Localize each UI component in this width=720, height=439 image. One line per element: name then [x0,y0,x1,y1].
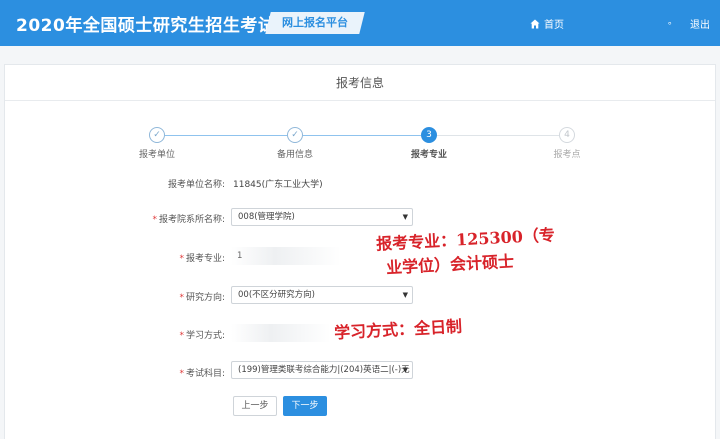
subjects-label-text: 考试科目: [185,369,225,379]
unit-label-text: 报考单位名称: [167,180,225,190]
required-mark: * [152,215,157,225]
platform-badge: 网上报名平台 [265,12,365,34]
chevron-down-icon: ▼ [402,213,408,221]
step-4-label: 报考点 [553,150,581,160]
platform-badge-label: 网上报名平台 [282,16,348,29]
dept-label: * 报考院系所名称: [85,212,225,225]
dept-select-value: 008(管理学院) [238,212,295,222]
subjects-select-value: (199)管理类联考综合能力|(204)英语二|(-)无 [238,365,410,375]
subjects-select[interactable]: (199)管理类联考综合能力|(204)英语二|(-)无 ▼ [231,361,413,379]
mode-label: * 学习方式: [85,328,225,341]
step-3-number: 3 [421,127,437,143]
step-1-check-icon: ✓ [149,127,165,143]
required-mark: * [179,331,184,341]
unit-label: 报考单位名称: [85,177,225,190]
mode-field[interactable] [231,324,331,342]
nav-home-label: 首页 [544,20,564,31]
direction-label: * 研究方向: [85,290,225,303]
step-connector-1 [165,135,287,136]
step-1-label: 报考单位 [138,150,175,160]
next-step-button[interactable]: 下一步 [283,396,327,416]
subjects-label: * 考试科目: [85,366,225,379]
step-2-check-icon: ✓ [287,127,303,143]
home-icon [530,19,540,28]
major-field-value: 1 [237,251,243,261]
card-title: 报考信息 [5,65,715,101]
unit-value: 11845(广东工业大学) [233,180,323,190]
top-header: 2020年全国硕士研究生招生考试 网上报名平台 首页 。 退出 [0,0,720,46]
direction-label-text: 研究方向: [185,293,225,303]
step-connector-2 [303,135,421,136]
logout-link[interactable]: 退出 [690,16,710,31]
step-4-number: 4 [559,127,575,143]
required-mark: * [179,369,184,379]
site-title: 2020年全国硕士研究生招生考试 [16,16,276,36]
step-2-label: 备用信息 [276,150,313,160]
required-mark: * [179,254,184,264]
dept-select[interactable]: 008(管理学院) ▼ [231,208,413,226]
registration-card: 报考信息 ✓ ✓ 3 4 报考单位 备用信息 报考专业 报考点 报考单位名称: … [4,64,716,439]
nav-home-link[interactable]: 首页 [530,16,564,31]
nav-separator: 。 [668,17,678,27]
prev-step-button[interactable]: 上一步 [233,396,277,416]
direction-select-value: 00(不区分研究方向) [238,290,315,300]
required-mark: * [179,293,184,303]
direction-select[interactable]: 00(不区分研究方向) ▼ [231,286,413,304]
mode-label-text: 学习方式: [185,331,225,341]
dept-label-text: 报考院系所名称: [158,215,225,225]
major-field[interactable]: 1 [231,247,341,265]
chevron-down-icon: ▼ [402,366,408,374]
step-3-label: 报考专业 [410,150,447,160]
chevron-down-icon: ▼ [402,291,408,299]
step-connector-3 [437,135,559,136]
major-label-text: 报考专业: [185,254,225,264]
major-label: * 报考专业: [85,251,225,264]
